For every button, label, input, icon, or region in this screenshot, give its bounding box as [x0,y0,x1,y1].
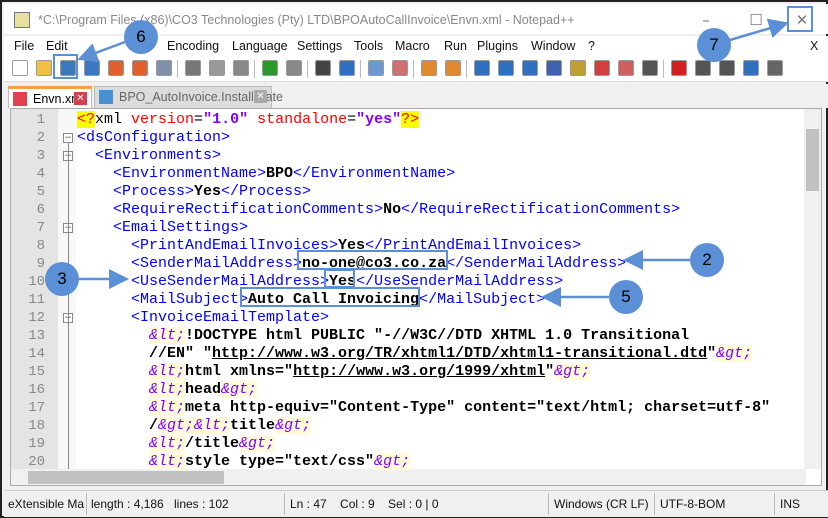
highlight-mail-subject [240,287,420,307]
callout-7: 7 [697,28,731,62]
callout-2: 2 [690,243,724,277]
callout-3: 3 [45,262,79,296]
highlight-sender-address [297,250,448,270]
callout-5: 5 [609,280,643,314]
highlight-save-button [53,54,78,79]
highlight-close-button [787,6,813,32]
callout-6: 6 [124,20,158,54]
highlight-use-sender-yes [324,269,355,288]
arrow-6 [77,40,126,63]
arrow-7 [729,18,789,42]
